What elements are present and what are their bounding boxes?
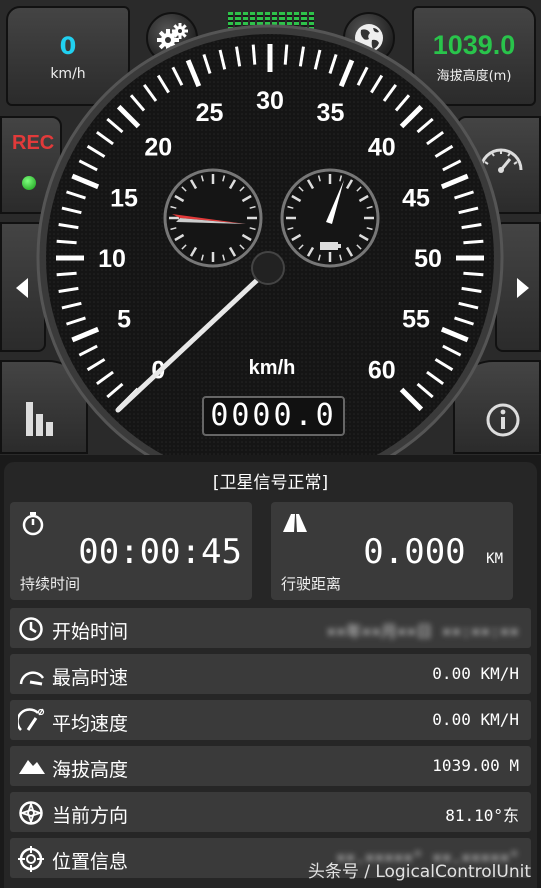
- dial-label: 30: [256, 87, 284, 115]
- altitude-row: 海拔高度 1039.00 M: [10, 746, 531, 786]
- odometer-display: 0000.0: [202, 396, 345, 436]
- avg-speed-label: 平均速度: [52, 713, 129, 735]
- crosshair-icon: [18, 846, 44, 872]
- dial-label: 5: [117, 305, 131, 333]
- distance-value: 0.000: [363, 532, 466, 572]
- dial-tick: [463, 239, 484, 245]
- max-speed-row: 最高时速 0.00 KM/H: [10, 654, 531, 694]
- watermark: 头条号 / LogicalControlUnit: [307, 862, 531, 882]
- altitude-label: 海拔高度: [52, 759, 129, 781]
- dial-label: 25: [196, 99, 224, 127]
- dial-tick: [283, 44, 289, 65]
- dial-label: 10: [98, 245, 126, 273]
- clock-icon: [19, 617, 43, 641]
- dial-tick: [463, 271, 484, 277]
- dial-tick: [56, 239, 77, 245]
- avg-speed-row: 平均速度 0.00 KM/H: [10, 700, 531, 740]
- trip-info-panel: [卫星信号正常] 00:00:45 持续时间 0.000 KM 行驶距离 开始时…: [4, 462, 537, 888]
- distance-value-wrap: 0.000 KM: [363, 532, 503, 572]
- start-time-value: ××年××月××日 ××:××:××: [326, 622, 520, 641]
- start-time-label: 开始时间: [52, 621, 129, 643]
- distance-unit: KM: [486, 551, 503, 567]
- max-speed-value: 0.00 KM/H: [432, 664, 519, 683]
- satellite-status: [卫星信号正常]: [212, 473, 329, 493]
- dial-label: 60: [368, 357, 396, 385]
- dial-tick: [251, 44, 257, 65]
- dial-label: 35: [317, 99, 345, 127]
- dial-label: 15: [110, 185, 138, 213]
- distance-label: 行驶距离: [281, 575, 342, 593]
- duration-value: 00:00:45: [78, 532, 242, 572]
- direction-label: 当前方向: [52, 805, 129, 827]
- dial-label: 45: [402, 185, 430, 213]
- mountain-icon: [19, 760, 45, 774]
- compass-icon: [19, 801, 43, 825]
- avg-speed-gauge-icon: [18, 708, 45, 731]
- dial-label: 40: [368, 133, 396, 161]
- duration-card: 00:00:45 持续时间: [10, 502, 252, 600]
- compass-subgauge: [163, 168, 263, 268]
- dial-label: 50: [414, 245, 442, 273]
- altitude-row-value: 1039.00 M: [432, 756, 519, 775]
- dial-label: 20: [144, 133, 172, 161]
- duration-label: 持续时间: [20, 575, 81, 593]
- avg-speed-value: 0.00 KM/H: [432, 710, 519, 729]
- needle-hub: [251, 251, 285, 285]
- dial-label: 55: [402, 305, 430, 333]
- direction-value: 81.10°东: [445, 806, 519, 825]
- max-speed-label: 最高时速: [52, 667, 129, 689]
- road-icon: [283, 514, 307, 532]
- dial-tick: [56, 271, 77, 277]
- max-speed-gauge-icon: [19, 671, 45, 686]
- stopwatch-icon: [22, 512, 44, 536]
- distance-card: 0.000 KM 行驶距离: [271, 502, 513, 600]
- battery-subgauge: [280, 168, 380, 268]
- direction-row: 当前方向 81.10°东: [10, 792, 531, 832]
- speedometer-dial: 051015202530354045505560 km/h: [36, 24, 504, 455]
- location-label: 位置信息: [52, 851, 129, 873]
- start-time-row: 开始时间 ××年××月××日 ××:××:××: [10, 608, 531, 648]
- dial-unit-label: km/h: [249, 357, 296, 379]
